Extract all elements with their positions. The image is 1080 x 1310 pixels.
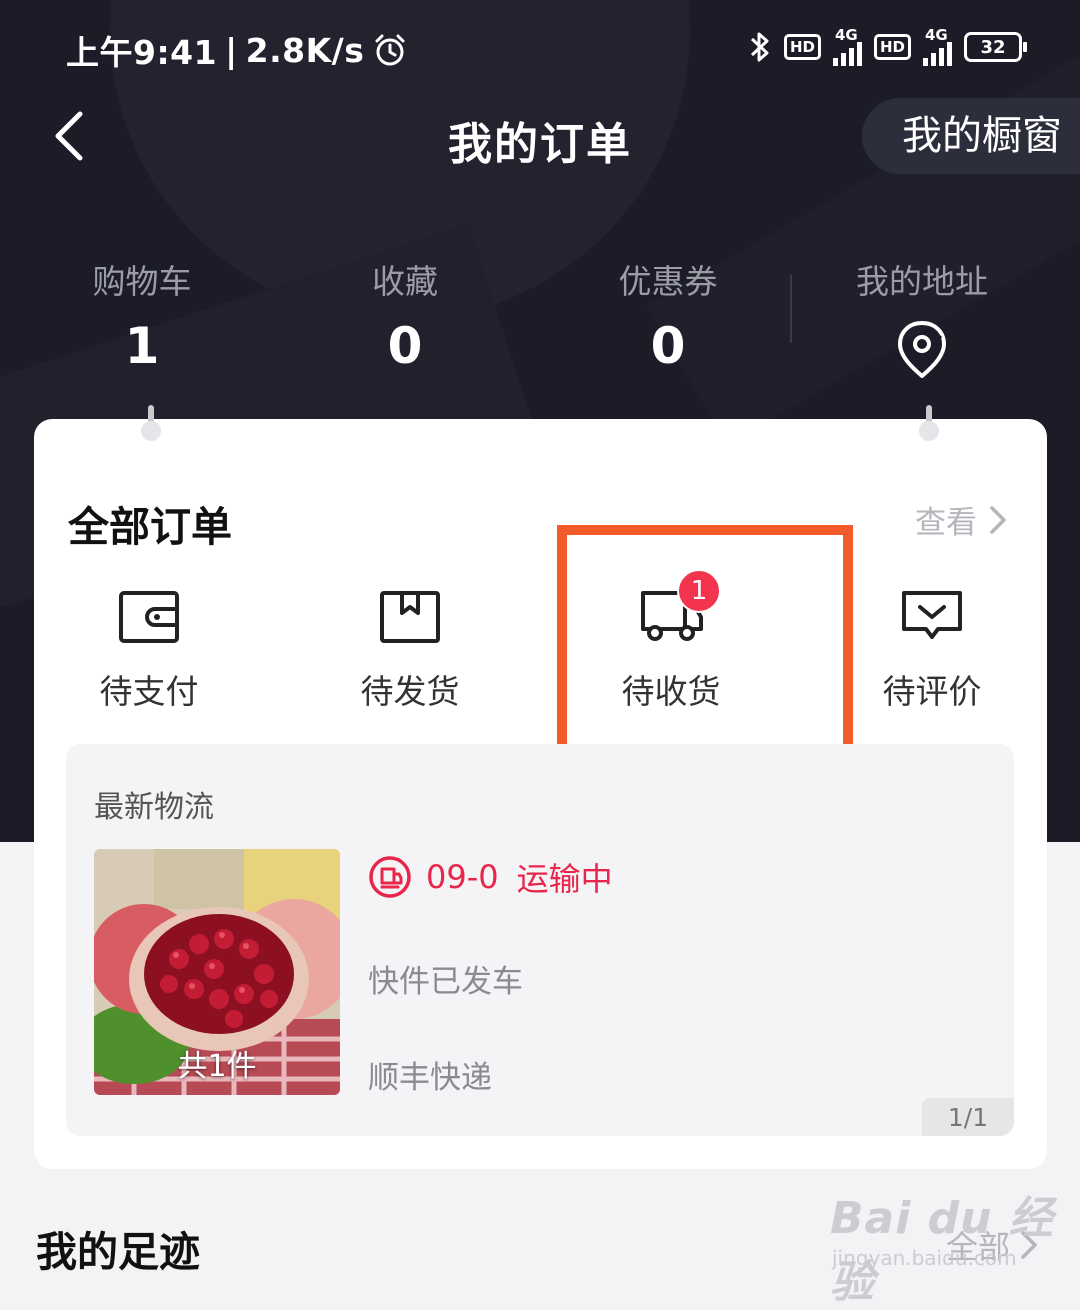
stat-address[interactable]: 我的地址 [812, 255, 1032, 381]
stat-label: 购物车 [92, 262, 192, 301]
stat-label: 收藏 [372, 262, 438, 301]
tracking-code: 09-0 [426, 858, 499, 896]
hd-badge: HD [873, 34, 911, 60]
signal-strength-icon: 4G [923, 28, 952, 66]
divider [790, 275, 792, 343]
pager-indicator: 1/1 [922, 1098, 1014, 1136]
stat-cart[interactable]: 购物车 1 [32, 255, 252, 375]
view-all-footprint-link[interactable]: 全部 [946, 1222, 1038, 1268]
status-separator: | [225, 30, 238, 70]
battery-level: 32 [980, 36, 1006, 58]
tab-pending-receipt[interactable]: 1 待收货 [561, 569, 781, 719]
my-showcase-button[interactable]: 我的橱窗 [862, 98, 1080, 174]
view-all-orders-link[interactable]: 查看 [915, 497, 1007, 542]
product-thumbnail[interactable]: 共1件 [94, 849, 340, 1095]
delivery-stamp-icon [369, 856, 411, 898]
network-type: 4G [834, 26, 858, 44]
signal-bars [832, 42, 862, 66]
tab-label: 待评价 [882, 672, 982, 711]
stat-favorites[interactable]: 收藏 0 [295, 255, 515, 375]
alarm-clock-icon [375, 34, 405, 66]
status-speed: 2.8K/s [245, 30, 365, 70]
wallet-icon [119, 591, 179, 643]
tab-label: 待发货 [360, 672, 460, 711]
tab-label: 待支付 [99, 672, 199, 711]
tab-label: 待收货 [621, 672, 721, 711]
logistics-title: 最新物流 [94, 790, 214, 825]
signal-strength-icon: 4G [832, 26, 862, 66]
stat-label: 我的地址 [856, 262, 988, 301]
shipping-description: 快件已发车 [368, 964, 523, 1000]
chevron-right-icon [990, 505, 1006, 534]
signal-bars [923, 42, 952, 66]
status-left: 上午9:41 | 2.8K/s [66, 26, 408, 74]
hd-badge: HD [783, 34, 821, 60]
status-time: 上午9:41 [66, 33, 218, 72]
network-type: 4G [925, 26, 948, 44]
icon-wrapper: 1 [639, 569, 721, 645]
item-count: 共1件 [177, 1049, 257, 1084]
bluetooth-icon [750, 32, 769, 62]
tab-pending-payment[interactable]: 待支付 [39, 589, 259, 719]
battery-icon: 32 [964, 32, 1027, 62]
card-pin [141, 405, 161, 451]
tab-pending-review[interactable]: 待评价 [822, 589, 1042, 719]
card-pin [919, 405, 939, 451]
stat-value: 1 [124, 317, 160, 375]
orders-card: 全部订单 查看 待支付 待发货 1 待收货 待评价 最新物流 共1件 09-0 … [34, 405, 1047, 1169]
view-label: 查看 [915, 505, 977, 541]
carrier-name: 顺丰快递 [368, 1060, 492, 1096]
status-right: HD 4G HD 4G 32 [748, 24, 1027, 70]
tab-pending-shipment[interactable]: 待发货 [300, 589, 520, 719]
stat-value: 0 [387, 317, 423, 375]
shipping-state: 运输中 [516, 860, 613, 898]
my-footprint-title: 我的足迹 [36, 1228, 200, 1276]
package-box-icon [380, 591, 440, 643]
stats-row: 购物车 1 收藏 0 优惠券 0 我的地址 [0, 255, 1080, 378]
all-label: 全部 [945, 1228, 1010, 1266]
shipping-status: 09-0 运输中 [368, 854, 613, 900]
status-bar: 上午9:41 | 2.8K/s HD 4G HD 4G 32 [0, 0, 1080, 96]
location-pin-icon [898, 321, 946, 378]
stat-label: 优惠券 [618, 262, 718, 301]
comment-icon [902, 591, 962, 639]
stat-value: 0 [650, 317, 686, 375]
chevron-right-icon [1021, 1231, 1037, 1259]
all-orders-title: 全部订单 [68, 503, 232, 551]
stat-coupons[interactable]: 优惠券 0 [558, 255, 778, 375]
notification-badge: 1 [677, 569, 721, 613]
latest-logistics-panel[interactable]: 最新物流 共1件 09-0 运输中 快件已发车 顺丰快递 1/1 [66, 744, 1014, 1136]
